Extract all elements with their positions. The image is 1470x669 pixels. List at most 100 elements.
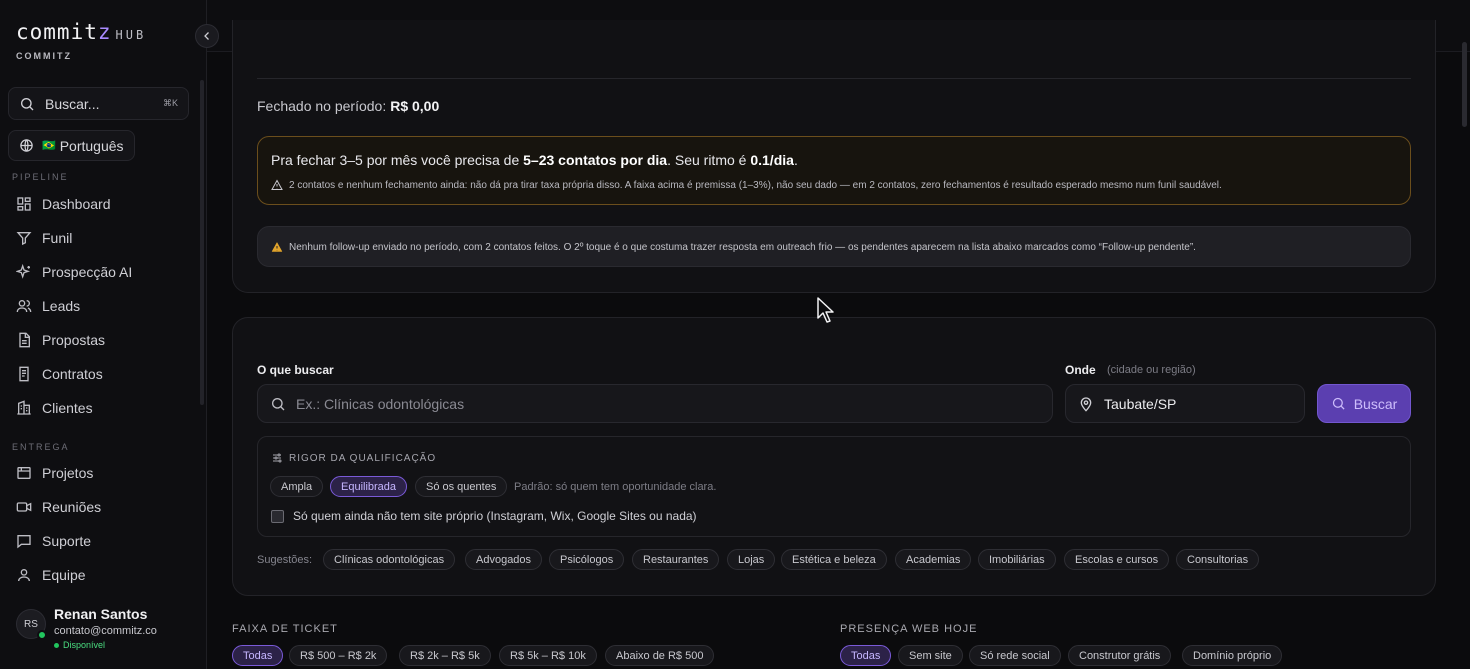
message-icon: [17, 535, 31, 549]
warning-icon: [271, 241, 283, 252]
followup-note: Nenhum follow-up enviado no período, com…: [271, 241, 1196, 253]
search-icon: [272, 397, 285, 410]
ticket-option[interactable]: Abaixo de R$ 500: [605, 645, 715, 666]
what-label: O que buscar: [257, 363, 334, 377]
rigor-option-equilibrada[interactable]: Equilibrada: [330, 476, 408, 497]
search-shortcut: ⌘K: [162, 98, 178, 108]
web-option[interactable]: Sem site: [898, 645, 963, 666]
sidebar-item-funil[interactable]: Funil: [16, 226, 72, 250]
suggestion-chip[interactable]: Clínicas odontológicas: [323, 549, 456, 570]
closed-period: Fechado no período: R$ 0,00: [257, 98, 440, 114]
brand[interactable]: commitz HUB COMMITZ: [16, 20, 146, 61]
user-status: Disponível: [54, 640, 157, 650]
rigor-option-so-os-quentes[interactable]: Só os quentes: [415, 476, 508, 497]
sidebar-item-contratos[interactable]: Contratos: [16, 362, 103, 386]
rigor-title: RIGOR DA QUALIFICAÇÃO: [271, 452, 436, 464]
ticket-option[interactable]: R$ 2k – R$ 5k: [399, 645, 491, 666]
grid-icon: [17, 197, 31, 211]
building-icon: [17, 400, 31, 415]
warning-icon: [271, 179, 283, 190]
mouse-cursor-icon: [817, 297, 834, 323]
sidebar-item-suporte[interactable]: Suporte: [16, 529, 91, 553]
document-icon: [19, 332, 30, 348]
rigor-panel: RIGOR DA QUALIFICAÇÃO Ampla Equilibrada …: [257, 436, 1411, 537]
web-option[interactable]: Domínio próprio: [1182, 645, 1283, 666]
suggestion-chip[interactable]: Academias: [895, 549, 972, 570]
target-note: 2 contatos e nenhum fechamento ainda: nã…: [271, 179, 1222, 191]
status-dot: [37, 630, 47, 640]
sidebar-item-prospeccao-ai[interactable]: Prospecção AI: [16, 260, 132, 284]
web-presence-title: PRESENÇA WEB HOJE: [840, 623, 978, 635]
ticket-option[interactable]: R$ 5k – R$ 10k: [499, 645, 597, 666]
map-pin-icon: [1080, 396, 1092, 412]
logo: commitz: [16, 20, 112, 44]
logo-subtitle: COMMITZ: [16, 51, 72, 61]
search-label: Buscar...: [45, 95, 100, 112]
web-option[interactable]: Só rede social: [969, 645, 1061, 666]
target-text: Pra fechar 3–5 por mês você precisa de 5…: [271, 152, 798, 168]
user-name: Renan Santos: [54, 606, 148, 622]
sidebar-item-dashboard[interactable]: Dashboard: [16, 192, 111, 216]
sidebar-item-leads[interactable]: Leads: [16, 294, 80, 318]
logo-hub: HUB: [115, 28, 147, 42]
ticket-option-todas[interactable]: Todas: [232, 645, 284, 666]
search-icon: [21, 97, 34, 110]
funnel-icon: [16, 232, 32, 246]
no-site-checkbox[interactable]: [271, 509, 284, 523]
sidebar-item-projetos[interactable]: Projetos: [16, 461, 93, 485]
suggestion-chip[interactable]: Escolas e cursos: [1064, 549, 1170, 570]
contract-icon: [19, 366, 29, 382]
suggestion-chip[interactable]: Consultorias: [1176, 549, 1260, 570]
app-root: commitz HUB COMMITZ Buscar... ⌘K 🇧🇷 Portu…: [0, 0, 1470, 669]
web-option-todas[interactable]: Todas: [840, 645, 892, 666]
sidebar-item-equipe[interactable]: Equipe: [16, 563, 86, 587]
divider: [257, 78, 1411, 79]
user-email: contato@commitz.co: [54, 625, 157, 637]
sidebar-scrollbar[interactable]: [200, 80, 204, 405]
where-input[interactable]: Taubate/SP: [1065, 384, 1305, 423]
ticket-title: FAIXA DE TICKET: [232, 623, 338, 635]
rigor-option-ampla[interactable]: Ampla: [270, 476, 324, 497]
what-input[interactable]: Ex.: Clínicas odontológicas: [257, 384, 1053, 423]
sliders-icon: [273, 453, 282, 463]
sidebar-search[interactable]: Buscar... ⌘K: [8, 87, 189, 120]
web-option[interactable]: Construtor grátis: [1068, 645, 1172, 666]
target-alert: Pra fechar 3–5 por mês você precisa de 5…: [257, 136, 1411, 205]
video-icon: [16, 502, 32, 512]
user-profile[interactable]: RS Renan Santos contato@commitz.co Dispo…: [16, 606, 157, 650]
suggestion-chip[interactable]: Restaurantes: [632, 549, 720, 570]
sparkles-icon: [16, 264, 31, 279]
suggestion-chip[interactable]: Advogados: [465, 549, 543, 570]
where-hint: (cidade ou região): [1107, 364, 1196, 376]
followup-alert: Nenhum follow-up enviado no período, com…: [257, 226, 1411, 267]
brazil-flag-icon: 🇧🇷: [42, 140, 56, 152]
suggestion-chip[interactable]: Imobiliárias: [978, 549, 1056, 570]
main-scrollbar[interactable]: [1462, 42, 1467, 127]
ticket-option[interactable]: R$ 500 – R$ 2k: [289, 645, 388, 666]
chevron-left-icon: [204, 32, 209, 40]
avatar: RS: [16, 609, 47, 640]
suggestions-label: Sugestões:: [257, 554, 313, 566]
what-placeholder: Ex.: Clínicas odontológicas: [296, 395, 465, 412]
sidebar-item-propostas[interactable]: Propostas: [16, 328, 105, 352]
language-selector[interactable]: 🇧🇷 Português: [8, 130, 135, 161]
sidebar-item-clientes[interactable]: Clientes: [16, 396, 93, 420]
sidebar-item-reunioes[interactable]: Reuniões: [16, 495, 101, 519]
section-pipeline: PIPELINE: [12, 172, 69, 182]
sidebar: commitz HUB COMMITZ Buscar... ⌘K 🇧🇷 Portu…: [0, 0, 207, 669]
closed-value: R$ 0,00: [390, 98, 440, 114]
no-site-filter[interactable]: Só quem ainda não tem site próprio (Inst…: [271, 509, 697, 523]
where-value: Taubate/SP: [1104, 395, 1177, 412]
folder-icon: [17, 467, 31, 479]
section-entrega: ENTREGA: [12, 442, 70, 452]
where-label: Onde: [1065, 363, 1096, 377]
search-button[interactable]: Buscar: [1317, 384, 1411, 423]
suggestion-chip[interactable]: Lojas: [727, 549, 776, 570]
suggestion-chip[interactable]: Psicólogos: [549, 549, 625, 570]
collapse-sidebar-button[interactable]: [195, 24, 219, 48]
rigor-hint: Padrão: só quem tem oportunidade clara.: [514, 481, 717, 493]
language-label: Português: [59, 137, 124, 154]
suggestion-chip[interactable]: Estética e beleza: [781, 549, 887, 570]
users-icon: [16, 300, 32, 313]
globe-icon: [20, 139, 33, 152]
